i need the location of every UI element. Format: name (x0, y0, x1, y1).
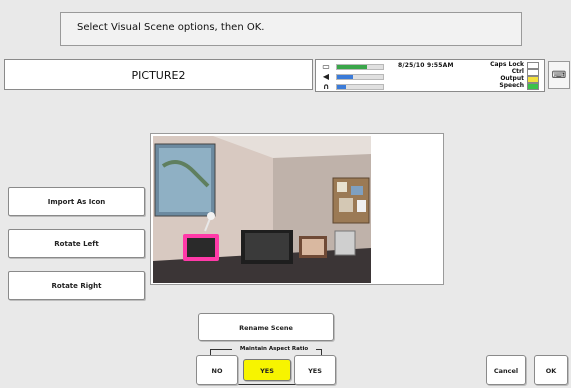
status-panel: ▭ ◀ ∩ 8/25/10 9:55AM Caps Lock Ctrl Outp… (315, 59, 545, 92)
cancel-button[interactable]: Cancel (486, 355, 526, 385)
caps-lock-indicator (527, 62, 539, 69)
output-label: Output (500, 75, 524, 82)
import-as-icon-label: Import As Icon (47, 198, 106, 206)
aspect-yes-button[interactable]: YES (294, 355, 336, 385)
aspect-no-label: NO (211, 367, 223, 375)
keyboard-icon[interactable]: ⌨ (548, 61, 570, 89)
cancel-label: Cancel (493, 367, 519, 375)
aspect-ratio-legend: Maintain Aspect Ratio (232, 344, 316, 354)
caps-lock-label: Caps Lock (490, 61, 524, 68)
aspect-yes-selected-button[interactable]: YES (243, 359, 291, 381)
instruction-text: Select Visual Scene options, then OK. (77, 22, 265, 33)
rotate-left-button[interactable]: Rotate Left (8, 229, 145, 258)
ok-button[interactable]: OK (534, 355, 568, 385)
rename-scene-button[interactable]: Rename Scene (198, 313, 334, 341)
scene-preview (150, 133, 444, 285)
output-indicator (527, 76, 539, 83)
rotate-right-button[interactable]: Rotate Right (8, 271, 145, 300)
datetime: 8/25/10 9:55AM (398, 62, 454, 69)
battery-icon: ▭ (322, 62, 330, 71)
aspect-yes-label: YES (308, 367, 322, 375)
scene-title: PICTURE2 (4, 59, 313, 90)
aspect-no-button[interactable]: NO (196, 355, 238, 385)
headphone-meter (336, 84, 384, 90)
ok-label: OK (545, 367, 557, 375)
scene-photo (153, 136, 371, 283)
volume-meter (336, 74, 384, 80)
speech-label: Speech (499, 82, 524, 89)
headphones-icon: ∩ (322, 82, 330, 91)
scene-title-text: PICTURE2 (131, 69, 186, 82)
speaker-icon: ◀ (322, 72, 330, 81)
battery-meter (336, 64, 384, 70)
instruction-prompt: Select Visual Scene options, then OK. (60, 12, 522, 46)
rotate-right-label: Rotate Right (51, 282, 102, 290)
rename-scene-label: Rename Scene (239, 324, 293, 332)
ctrl-indicator (527, 69, 539, 76)
ctrl-label: Ctrl (511, 68, 524, 75)
rotate-left-label: Rotate Left (54, 240, 99, 248)
speech-indicator (527, 83, 539, 90)
aspect-yes-selected-label: YES (260, 367, 274, 375)
import-as-icon-button[interactable]: Import As Icon (8, 187, 145, 216)
